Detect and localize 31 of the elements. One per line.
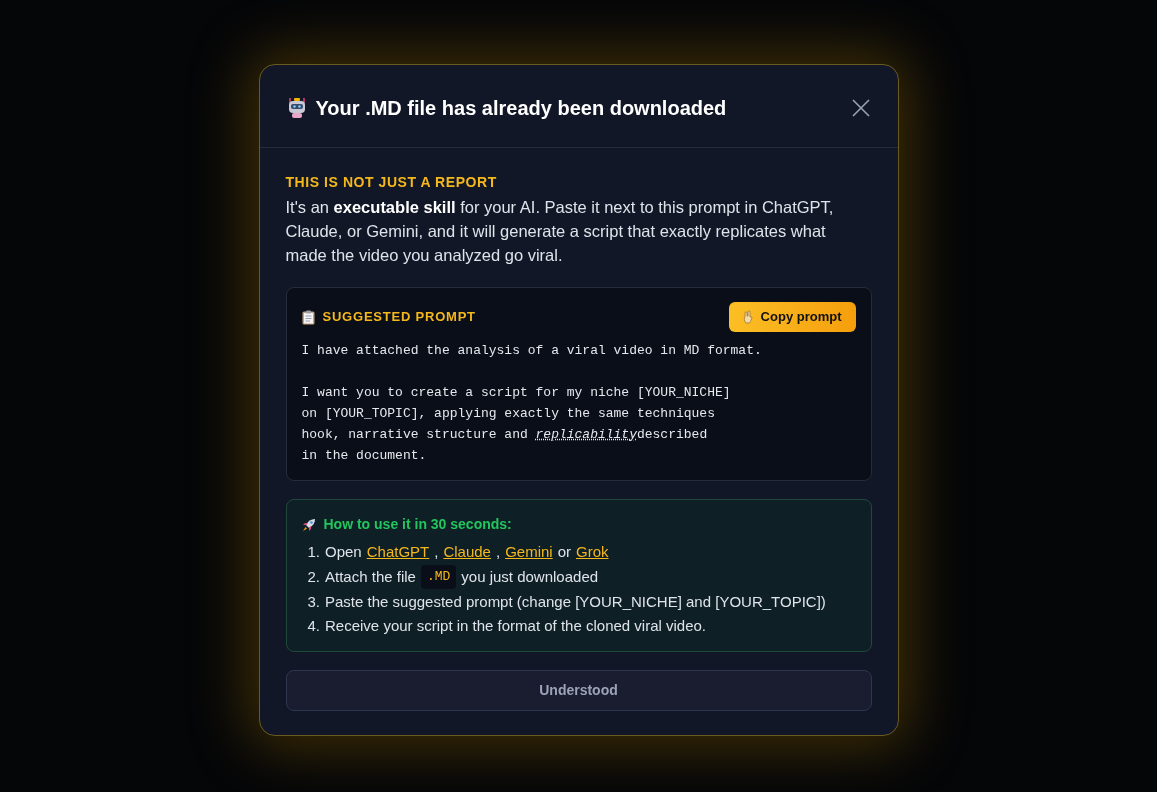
prompt-text: I have attached the analysis of a viral video in MD format.: [301, 342, 763, 360]
step-number: 4.: [307, 616, 320, 636]
rocket-icon: [301, 517, 316, 532]
step-text: Paste the suggested prompt (change [YOUR_NICHE] and [YOUR_TOPIC]): [325, 592, 826, 612]
dialog-title: Your .MD file has already been downloaded: [315, 96, 727, 121]
step-text: ,: [434, 542, 439, 562]
copy-prompt-button[interactable]: Copy prompt: [728, 302, 856, 332]
hand-icon: [742, 310, 753, 324]
howto-title: How to use it in 30 seconds:: [323, 515, 512, 534]
close-icon: [851, 99, 870, 117]
step-number: 1.: [307, 542, 320, 562]
step-text: ,: [495, 542, 501, 562]
step-number: 3.: [307, 592, 320, 612]
step-text: Attach the file: [325, 567, 416, 587]
service-link[interactable]: ChatGPT: [366, 541, 430, 563]
step-text: or: [557, 542, 571, 562]
service-link[interactable]: Gemini: [505, 541, 553, 563]
step-number: 2.: [307, 567, 320, 587]
intro-paragraph: It's an executable skill for your AI. Paste it next to this prompt in ChatGPT, Claude, or Gemini, and it will generate a script that exactly replicates what made the video you analyzed go viral.: [285, 197, 835, 266]
step-text: you just downloaded: [461, 567, 599, 587]
eyebrow-heading: THIS IS NOT JUST A REPORT: [285, 173, 498, 192]
step-text: Open: [325, 542, 362, 562]
clipboard-icon: [301, 309, 315, 325]
step-text: Receive your script in the format of the cloned viral video.: [325, 616, 707, 636]
prompt-text: I want you to create a script for my niche [YOUR_NICHE] on [YOUR_TOPIC], applying exactly the same techniques hook, narrative structure and replicabilitydescribed in the document.: [301, 384, 732, 465]
understood-button[interactable]: Understood: [285, 670, 872, 711]
service-link[interactable]: Claude: [443, 541, 491, 563]
close-button[interactable]: [849, 97, 872, 119]
prompt-label: SUGGESTED PROMPT: [322, 308, 476, 327]
file-extension-code: .MD: [420, 565, 457, 589]
service-link[interactable]: Grok: [576, 541, 609, 563]
